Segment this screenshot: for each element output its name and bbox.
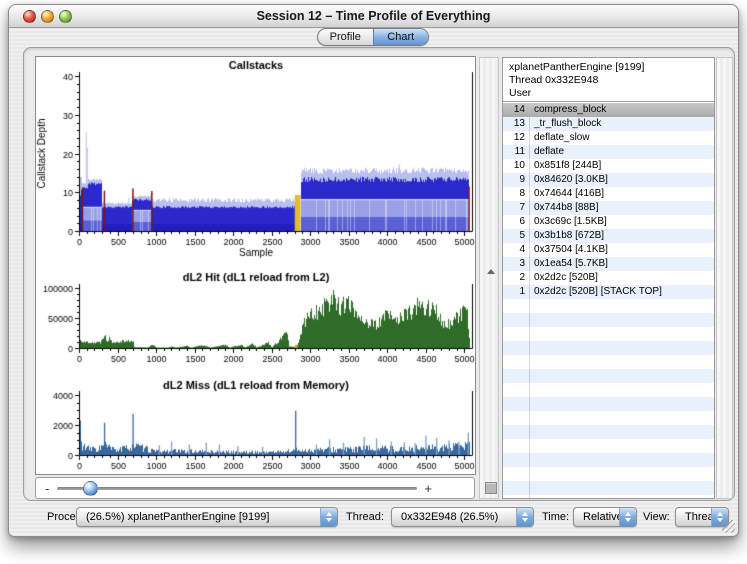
- list-item[interactable]: 20x2d2c [520B]: [503, 271, 714, 285]
- list-item-name: 0x851f8 [244B]: [525, 159, 601, 173]
- popup-arrows-icon: [320, 508, 337, 526]
- thread-label: Thread:: [346, 507, 384, 527]
- list-item-name: 0x3c69c [1.5KB]: [525, 215, 607, 229]
- minimize-button-icon[interactable]: [41, 10, 54, 23]
- charts-canvas[interactable]: [36, 57, 475, 474]
- thread-popup-value: 0x332E948 (26.5%): [401, 511, 498, 523]
- list-item-name: compress_block: [525, 103, 606, 117]
- thread-line: Thread 0x332E948: [509, 74, 708, 87]
- list-item[interactable]: 50x3b1b8 [672B]: [503, 229, 714, 243]
- list-item[interactable]: 10x2d2c [520B] [STACK TOP]: [503, 285, 714, 299]
- view-tab-control: Profile Chart: [317, 28, 429, 46]
- list-item-name: 0x2d2c [520B] [STACK TOP]: [525, 285, 662, 299]
- list-item-name: 0x3b1b8 [672B]: [525, 229, 604, 243]
- list-item-name: deflate: [525, 145, 564, 159]
- list-item-depth: 13: [503, 117, 525, 131]
- zoom-in-label[interactable]: +: [424, 481, 432, 496]
- process-popup[interactable]: (26.5%) xplanetPantherEngine [9199]: [76, 507, 338, 527]
- list-item[interactable]: 70x744b8 [88B]: [503, 201, 714, 215]
- list-item-depth: 1: [503, 285, 525, 299]
- resize-grip[interactable]: [722, 520, 735, 533]
- list-item-depth: 3: [503, 257, 525, 271]
- list-item[interactable]: 30x1ea54 [5.7KB]: [503, 257, 714, 271]
- list-item-depth: 12: [503, 131, 525, 145]
- process-name-line: xplanetPantherEngine [9199]: [509, 61, 708, 74]
- content-well: - + xplanetPantherEngine [9199] Thread 0…: [23, 47, 735, 501]
- list-item-depth: 5: [503, 229, 525, 243]
- zoom-slider-bar: - +: [35, 477, 475, 499]
- list-item-name: 0x37504 [4.1KB]: [525, 243, 608, 257]
- mode-line: User: [509, 87, 708, 100]
- window-title: Session 12 – Time Profile of Everything: [9, 5, 738, 27]
- list-item[interactable]: 90x84620 [3.0KB]: [503, 173, 714, 187]
- app-window: Session 12 – Time Profile of Everything …: [8, 4, 739, 537]
- callstack-inspector: xplanetPantherEngine [9199] Thread 0x332…: [502, 57, 715, 499]
- list-item-name: 0x84620 [3.0KB]: [525, 173, 608, 187]
- list-item-depth: 7: [503, 201, 525, 215]
- list-item-depth: 10: [503, 159, 525, 173]
- list-item-depth: 2: [503, 271, 525, 285]
- list-item-name: _tr_flush_block: [525, 117, 601, 131]
- time-label: Time:: [542, 507, 569, 527]
- popup-arrows-icon: [619, 508, 636, 526]
- list-item[interactable]: 13_tr_flush_block: [503, 117, 714, 131]
- thread-popup[interactable]: 0x332E948 (26.5%): [391, 507, 534, 527]
- zoom-out-label[interactable]: -: [45, 481, 49, 496]
- view-popup[interactable]: Thread: [675, 507, 729, 527]
- list-item-depth: 6: [503, 215, 525, 229]
- list-item-name: deflate_slow: [525, 131, 590, 145]
- process-popup-value: (26.5%) xplanetPantherEngine [9199]: [86, 511, 269, 523]
- tab-chart[interactable]: Chart: [373, 29, 429, 45]
- list-item-depth: 8: [503, 187, 525, 201]
- splitter-handle[interactable]: [485, 482, 497, 494]
- tab-profile[interactable]: Profile: [318, 29, 373, 45]
- list-item-name: 0x2d2c [520B]: [525, 271, 598, 285]
- list-item-depth: 11: [503, 145, 525, 159]
- scroll-up-arrow-icon[interactable]: [487, 269, 495, 274]
- list-item[interactable]: 14compress_block: [503, 103, 714, 117]
- charts-panel: [35, 56, 476, 475]
- title-bar[interactable]: Session 12 – Time Profile of Everything: [9, 5, 738, 28]
- callstack-list: 14compress_block13_tr_flush_block12defla…: [503, 103, 714, 498]
- zoom-button-icon[interactable]: [59, 10, 72, 23]
- list-item-depth: 14: [503, 103, 525, 117]
- list-item-depth: 4: [503, 243, 525, 257]
- zoom-slider-track[interactable]: [57, 487, 417, 490]
- list-item-name: 0x74644 [416B]: [525, 187, 604, 201]
- list-item[interactable]: 60x3c69c [1.5KB]: [503, 215, 714, 229]
- list-item[interactable]: 100x851f8 [244B]: [503, 159, 714, 173]
- popup-arrows-icon: [516, 508, 533, 526]
- zoom-slider-thumb[interactable]: [83, 481, 98, 496]
- vertical-scrollbar-track-charts[interactable]: [479, 57, 499, 499]
- list-item-name: 0x1ea54 [5.7KB]: [525, 257, 608, 271]
- list-item[interactable]: 80x74644 [416B]: [503, 187, 714, 201]
- time-popup[interactable]: Relative: [573, 507, 637, 527]
- list-item-name: 0x744b8 [88B]: [525, 201, 599, 215]
- view-label: View:: [643, 507, 670, 527]
- list-item-depth: 9: [503, 173, 525, 187]
- list-item[interactable]: 40x37504 [4.1KB]: [503, 243, 714, 257]
- vertical-scrollbar-track-list[interactable]: [716, 57, 733, 499]
- window-controls: [23, 10, 72, 23]
- list-item[interactable]: 12deflate_slow: [503, 131, 714, 145]
- close-button-icon[interactable]: [23, 10, 36, 23]
- time-popup-value: Relative: [583, 511, 623, 523]
- list-item[interactable]: 11deflate: [503, 145, 714, 159]
- callstack-header: xplanetPantherEngine [9199] Thread 0x332…: [503, 58, 714, 102]
